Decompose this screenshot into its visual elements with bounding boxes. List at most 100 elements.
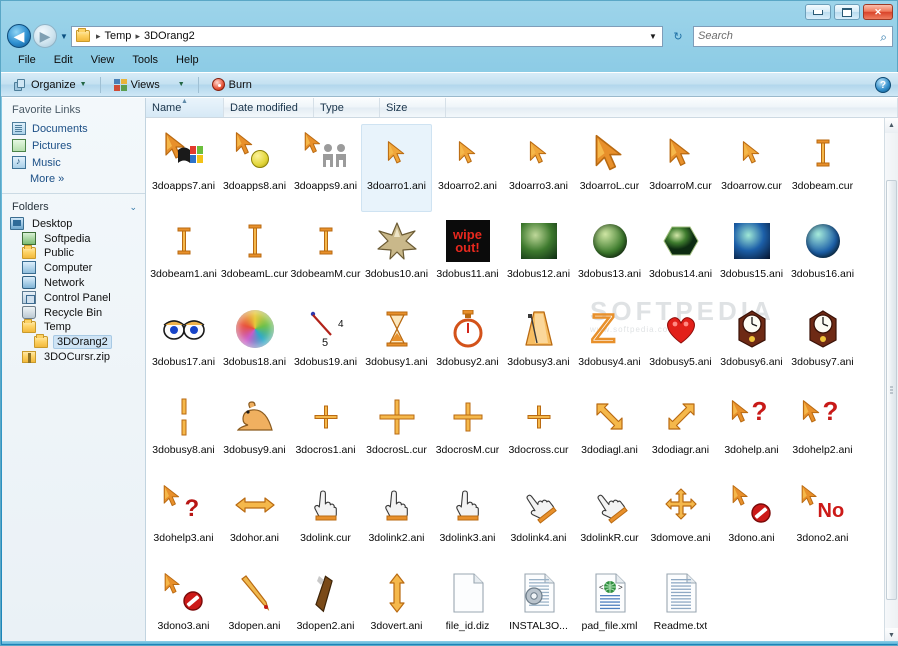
file-item[interactable]: 3dodiagl.ani (574, 388, 645, 476)
close-button[interactable]: ✕ (863, 4, 893, 20)
file-item[interactable]: < > pad_file.xml (574, 564, 645, 643)
file-item[interactable]: 3dobeam.cur (787, 124, 858, 212)
file-item[interactable]: 3docrosL.cur (361, 388, 432, 476)
file-item[interactable]: 3dobusy3.ani (503, 300, 574, 388)
file-item[interactable]: 3dobus16.ani (787, 212, 858, 300)
refresh-button[interactable]: ↻ (667, 26, 689, 47)
file-item[interactable]: 3dolink4.ani (503, 476, 574, 564)
history-dropdown-button[interactable]: ▼ (57, 32, 71, 41)
views-button[interactable]: Views (107, 76, 167, 94)
file-item[interactable]: 3dobus13.ani (574, 212, 645, 300)
file-item[interactable]: 3dolinkR.cur (574, 476, 645, 564)
forward-button[interactable]: ▶ (33, 24, 57, 48)
file-item[interactable]: 3dobusy7.ani (787, 300, 858, 388)
tree-item-temp[interactable]: Temp (2, 319, 145, 334)
file-item[interactable]: INSTAL3O... (503, 564, 574, 643)
back-button[interactable]: ◀ (7, 24, 31, 48)
file-item[interactable]: 3dodiagr.ani (645, 388, 716, 476)
menu-edit[interactable]: Edit (45, 53, 82, 67)
tree-item-3dorang2[interactable]: 3DOrang2 (2, 334, 145, 350)
file-item[interactable]: 3doarro1.ani (361, 124, 432, 212)
search-input[interactable]: Search ⌕ (693, 25, 893, 47)
tree-item-computer[interactable]: Computer (2, 260, 145, 275)
file-item[interactable]: 3dobus15.ani (716, 212, 787, 300)
file-item[interactable]: 3dobusy5.ani (645, 300, 716, 388)
file-item[interactable]: 3dobus17.ani (148, 300, 219, 388)
file-item[interactable]: 5 4 3dobus19.ani (290, 300, 361, 388)
file-item[interactable]: 3doarro2.ani (432, 124, 503, 212)
menu-file[interactable]: File (9, 53, 45, 67)
file-item[interactable]: 3doarrow.cur (716, 124, 787, 212)
sidebar-item-pictures[interactable]: Pictures (2, 137, 145, 154)
views-dropdown-button[interactable]: ▼ (171, 78, 192, 91)
tree-item-3docursr-zip[interactable]: 3DOCursr.zip (2, 350, 145, 364)
organize-button[interactable]: Organize ▼ (7, 76, 94, 94)
breadcrumb-dropdown-button[interactable]: ▼ (646, 29, 660, 45)
column-header-type[interactable]: Type (314, 98, 380, 117)
sidebar-item-documents[interactable]: Documents (2, 120, 145, 137)
scroll-up-button[interactable]: ▲ (885, 118, 898, 133)
file-item[interactable]: 3docros1.ani (290, 388, 361, 476)
file-item[interactable]: 3domove.ani (645, 476, 716, 564)
menu-view[interactable]: View (82, 53, 124, 67)
file-item[interactable]: 3dobusy8.ani (148, 388, 219, 476)
file-item[interactable]: ? 3dohelp3.ani (148, 476, 219, 564)
breadcrumb-item-temp[interactable]: Temp (103, 30, 134, 42)
file-item[interactable]: Z 3dobusy4.ani (574, 300, 645, 388)
file-item[interactable]: 3dolink2.ani (361, 476, 432, 564)
breadcrumb-item-3dorang2[interactable]: 3DOrang2 (142, 30, 197, 42)
file-item[interactable]: 3docrosM.cur (432, 388, 503, 476)
file-item[interactable]: 3dobus18.ani (219, 300, 290, 388)
file-item[interactable]: 3doapps9.ani (290, 124, 361, 212)
file-item[interactable]: 3dobus10.ani (361, 212, 432, 300)
file-item[interactable]: wipe out! 3dobus11.ani (432, 212, 503, 300)
file-item[interactable]: 3dopen.ani (219, 564, 290, 643)
file-item[interactable]: 3dobus14.ani (645, 212, 716, 300)
sidebar-item-music[interactable]: Music (2, 154, 145, 171)
tree-item-softpedia[interactable]: Softpedia (2, 231, 145, 246)
file-item[interactable]: 3dolink.cur (290, 476, 361, 564)
file-item[interactable]: 3dobus12.ani (503, 212, 574, 300)
column-header-size[interactable]: Size (380, 98, 446, 117)
file-item[interactable]: 3dobusy2.ani (432, 300, 503, 388)
tree-item-public[interactable]: Public (2, 245, 145, 260)
vertical-scrollbar[interactable]: ▲ ▼ (884, 118, 898, 643)
file-item[interactable]: 3dono3.ani (148, 564, 219, 643)
file-item[interactable]: 3doarroL.cur (574, 124, 645, 212)
column-header-date-modified[interactable]: Date modified (224, 98, 314, 117)
file-item[interactable]: 3doapps8.ani (219, 124, 290, 212)
file-item[interactable]: 3dobusy9.ani (219, 388, 290, 476)
file-item[interactable]: 3doapps7.ani (148, 124, 219, 212)
file-item[interactable]: ? 3dohelp2.ani (787, 388, 858, 476)
file-item[interactable]: 3dohor.ani (219, 476, 290, 564)
file-item[interactable]: ? 3dohelp.ani (716, 388, 787, 476)
file-item[interactable]: 3dovert.ani (361, 564, 432, 643)
file-item[interactable]: 3dolink3.ani (432, 476, 503, 564)
file-item[interactable]: 3dobusy6.ani (716, 300, 787, 388)
column-header-name[interactable]: ▲ Name (146, 98, 224, 117)
file-item[interactable]: Readme.txt (645, 564, 716, 643)
minimize-button[interactable] (805, 4, 831, 20)
file-item[interactable]: 3docross.cur (503, 388, 574, 476)
file-item[interactable]: No 3dono2.ani (787, 476, 858, 564)
tree-item-control-panel[interactable]: Control Panel (2, 290, 145, 305)
maximize-button[interactable] (834, 4, 860, 20)
tree-item-recycle-bin[interactable]: Recycle Bin (2, 305, 145, 320)
file-item[interactable]: 3dono.ani (716, 476, 787, 564)
file-item[interactable]: file_id.diz (432, 564, 503, 643)
help-button[interactable]: ? (875, 77, 891, 93)
breadcrumb[interactable]: ▸ Temp ▸ 3DOrang2 ▼ (71, 25, 663, 47)
folders-header[interactable]: Folders ⌄ (2, 198, 145, 216)
file-item[interactable]: 3doarroM.cur (645, 124, 716, 212)
file-item[interactable]: 3dobeam1.ani (148, 212, 219, 300)
file-item[interactable]: 3dopen2.ani (290, 564, 361, 643)
tree-item-desktop[interactable]: Desktop (2, 216, 145, 231)
sidebar-more-button[interactable]: More » (2, 171, 145, 189)
scrollbar-thumb[interactable] (886, 180, 897, 600)
file-item[interactable]: 3dobeamL.cur (219, 212, 290, 300)
file-item[interactable]: 3dobeamM.cur (290, 212, 361, 300)
menu-help[interactable]: Help (167, 53, 208, 67)
file-item[interactable]: 3doarro3.ani (503, 124, 574, 212)
file-item[interactable]: 3dobusy1.ani (361, 300, 432, 388)
menu-tools[interactable]: Tools (123, 53, 167, 67)
